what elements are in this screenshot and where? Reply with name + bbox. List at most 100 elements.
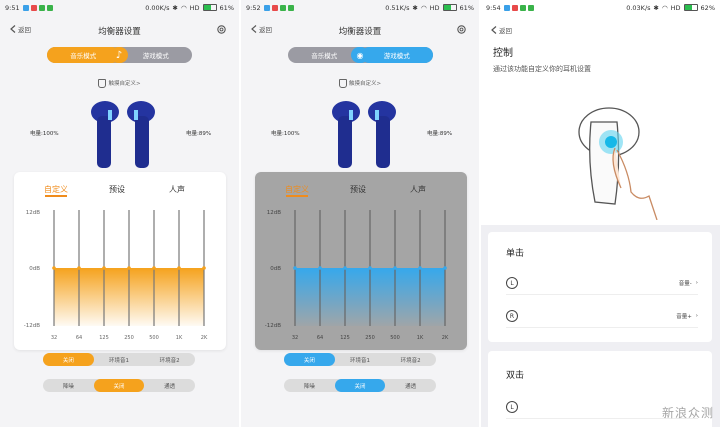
eq-freq-label: 1K [417, 335, 424, 340]
tab-custom[interactable]: 自定义 [285, 184, 309, 195]
eq-slider-knob [343, 266, 347, 270]
status-right: 0.00K/s ✱ ◠ HD 61% [145, 4, 234, 12]
eq-freq-label: 32 [51, 335, 57, 340]
eq-freq-label: 2K [442, 335, 449, 340]
eq-freq-label: 125 [99, 335, 109, 340]
eq-freq-label: 250 [124, 335, 134, 340]
single-tap-left-row[interactable]: L 音量- › [506, 272, 698, 295]
status-time: 9:54 [486, 3, 501, 12]
eq-freq-label: 500 [149, 335, 159, 340]
status-time: 9:51 [5, 3, 20, 12]
eq-sliders[interactable]: 12dB 0dB -12dB 32 64 125 250 500 1K 2K [255, 208, 467, 340]
tab-underline [45, 195, 67, 197]
battery-icon [683, 4, 698, 11]
ambient-2[interactable]: 环境音2 [144, 353, 195, 366]
chevron-right-icon: › [695, 280, 698, 286]
touch-custom-hint[interactable]: 触摸自定义> [241, 79, 479, 88]
ambient-1[interactable]: 环境音1 [94, 353, 145, 366]
battery-percent: 61% [219, 3, 234, 12]
mode-toggle[interactable]: 音乐模式 游戏模式 ♪ [47, 47, 192, 63]
eq-freq-label: 64 [76, 335, 82, 340]
ambient-off[interactable]: 关闭 [284, 353, 335, 366]
page-title: 控制 [493, 48, 513, 59]
single-right-action: 音量+ [676, 314, 692, 320]
ambient-selector[interactable]: 关闭 环境音1 环境音2 [43, 353, 195, 366]
mode-toggle[interactable]: 音乐模式 游戏模式 ◉ [288, 47, 433, 63]
watermark: 新浪众测 [661, 406, 714, 420]
eq-tabs: 自定义 预设 人声 [14, 184, 226, 198]
eq-freq-label: 125 [340, 335, 350, 340]
single-tap-heading: 单击 [506, 249, 525, 259]
touch-custom-hint[interactable]: 触摸自定义> [0, 79, 239, 88]
ambient-selector[interactable]: 关闭 环境音1 环境音2 [284, 353, 436, 366]
equalizer-screen-game: 9:52 0.51K/s ✱ ◠ HD 61% 返回 均衡器设置 音乐模式 游戏… [241, 0, 479, 427]
bluetooth-icon: ✱ [412, 3, 418, 12]
eq-slider-knob [368, 266, 372, 270]
tab-vocal[interactable]: 人声 [410, 184, 426, 195]
eq-y-label: 12dB [267, 210, 281, 216]
noise-cancel[interactable]: 降噪 [284, 379, 335, 392]
page-title: 均衡器设置 [98, 27, 141, 37]
noise-selector[interactable]: 降噪 关闭 通透 [43, 379, 195, 392]
hand-icon [98, 79, 107, 88]
wifi-icon: ◠ [180, 3, 187, 12]
eq-card: 自定义 预设 人声 12dB 0dB -12dB 32 64 125 250 500 1K 2K [14, 172, 226, 350]
music-mode-option[interactable]: 音乐模式 [47, 47, 120, 63]
tab-preset[interactable]: 预设 [350, 184, 366, 195]
eq-freq-label: 2K [201, 335, 208, 340]
status-right: 0.03K/s ✱ ◠ HD 62% [626, 4, 715, 12]
network-speed: 0.00K/s [145, 3, 170, 12]
noise-off[interactable]: 关闭 [93, 379, 145, 392]
noise-off[interactable]: 关闭 [334, 379, 386, 392]
bluetooth-icon: ✱ [653, 3, 659, 12]
single-tap-right-row[interactable]: R 音量+ › [506, 305, 698, 328]
battery-percent: 61% [459, 3, 474, 12]
hd-label: HD [670, 3, 681, 12]
status-time: 9:52 [246, 3, 261, 12]
notification-icons [263, 4, 294, 11]
page-subtitle: 通过该功能自定义你的耳机设置 [493, 65, 591, 73]
back-button[interactable]: 返回 [491, 25, 512, 35]
status-bar: 9:51 0.00K/s ✱ ◠ HD 61% [0, 0, 239, 15]
single-left-action: 音量- [678, 281, 692, 287]
noise-transparent[interactable]: 通透 [144, 379, 195, 392]
eq-freq-label: 1K [176, 335, 183, 340]
eq-slider-knob [293, 266, 297, 270]
double-tap-heading: 双击 [506, 371, 525, 381]
tab-vocal[interactable]: 人声 [169, 184, 185, 195]
gamepad-icon: ◉ [351, 47, 369, 63]
right-ear-icon: R [506, 310, 518, 322]
page-title: 均衡器设置 [338, 27, 382, 37]
battery-percent: 62% [700, 3, 715, 12]
network-speed: 0.51K/s [385, 3, 410, 12]
ambient-2[interactable]: 环境音2 [385, 353, 436, 366]
tab-underline [286, 195, 308, 197]
noise-selector[interactable]: 降噪 关闭 通透 [284, 379, 436, 392]
music-note-icon: ♪ [110, 47, 128, 63]
eq-slider-knob [202, 266, 206, 270]
noise-cancel[interactable]: 降噪 [43, 379, 94, 392]
wifi-icon: ◠ [420, 3, 427, 12]
gear-icon[interactable] [456, 24, 467, 35]
noise-transparent[interactable]: 通透 [385, 379, 436, 392]
ambient-1[interactable]: 环境音1 [335, 353, 386, 366]
tab-preset[interactable]: 预设 [109, 184, 125, 195]
eq-sliders[interactable]: 12dB 0dB -12dB 32 64 125 250 500 1K 2K [14, 208, 226, 340]
eq-y-label: 0dB [270, 266, 281, 272]
wifi-icon: ◠ [661, 3, 668, 12]
music-mode-option[interactable]: 音乐模式 [288, 47, 361, 63]
eq-slider-knob [77, 266, 81, 270]
tab-custom[interactable]: 自定义 [44, 184, 68, 195]
hint-label: 触摸自定义> [348, 81, 382, 87]
network-speed: 0.03K/s [626, 3, 651, 12]
ambient-off[interactable]: 关闭 [43, 353, 94, 366]
eq-slider-knob [52, 266, 56, 270]
game-mode-option[interactable]: 游戏模式 [360, 47, 433, 63]
earbuds-image [91, 101, 155, 168]
gear-icon[interactable] [216, 24, 227, 35]
game-mode-option[interactable]: 游戏模式 [120, 47, 193, 63]
status-right: 0.51K/s ✱ ◠ HD 61% [385, 4, 474, 12]
left-battery-text: 电量:100% [271, 131, 300, 137]
hint-label: 触摸自定义> [108, 81, 141, 87]
left-ear-icon: L [506, 401, 518, 413]
